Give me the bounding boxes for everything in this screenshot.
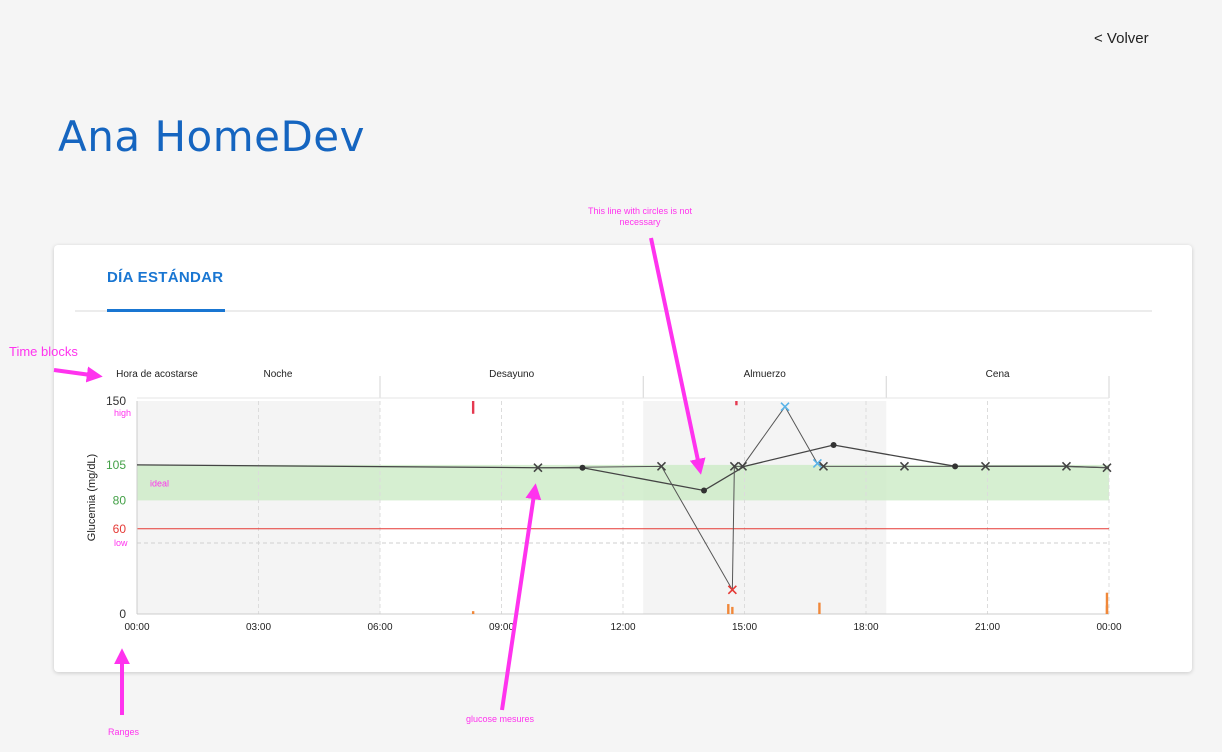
time-block-shade [643, 401, 887, 614]
x-tick-label: 21:00 [975, 622, 1000, 633]
y-tick-label: 0 [119, 607, 126, 621]
range-label-ideal: ideal [150, 478, 169, 488]
y-tick-label: 150 [106, 394, 126, 408]
annotation-glucose: glucose mesures [466, 714, 535, 724]
average-point [830, 442, 837, 449]
annotation-line-note: This line with circles is not necessary [587, 206, 693, 227]
y-tick-label: 80 [113, 493, 127, 507]
range-label-high: high [114, 408, 131, 418]
average-point [701, 487, 707, 494]
annotation-ranges: Ranges [108, 727, 140, 737]
x-tick-label: 18:00 [853, 622, 878, 633]
average-point [952, 463, 959, 470]
time-block-label: Cena [986, 369, 1010, 380]
carb-mark [818, 602, 821, 614]
carb-mark [471, 611, 475, 614]
x-tick-label: 06:00 [367, 622, 392, 633]
insulin-mark [471, 401, 475, 414]
time-block-label: Hora de acostarse [116, 369, 198, 380]
y-tick-label: 105 [106, 458, 126, 472]
carb-mark [727, 604, 730, 614]
x-tick-label: 12:00 [610, 622, 635, 633]
average-point [579, 464, 586, 471]
range-label-low: low [114, 538, 128, 548]
x-tick-label: 15:00 [732, 622, 757, 633]
x-tick-label: 00:00 [1096, 622, 1121, 633]
x-tick-label: 00:00 [124, 622, 149, 633]
carb-mark [731, 606, 734, 614]
annotation-time-blocks: Time blocks [9, 344, 78, 359]
carb-mark [1105, 605, 1109, 614]
time-block-label: Desayuno [489, 369, 534, 380]
x-tick-label: 09:00 [489, 622, 514, 633]
y-axis-label: Glucemia (mg/dL) [86, 454, 98, 541]
y-tick-label: 60 [113, 522, 127, 536]
x-tick-label: 03:00 [246, 622, 271, 633]
glucose-chart: Hora de acostarse Noche Desayuno Almuerzo Ce… [86, 369, 1122, 633]
insulin-mark [735, 401, 738, 406]
time-block-label: Noche [263, 369, 292, 380]
time-block-label: Almuerzo [744, 369, 787, 380]
